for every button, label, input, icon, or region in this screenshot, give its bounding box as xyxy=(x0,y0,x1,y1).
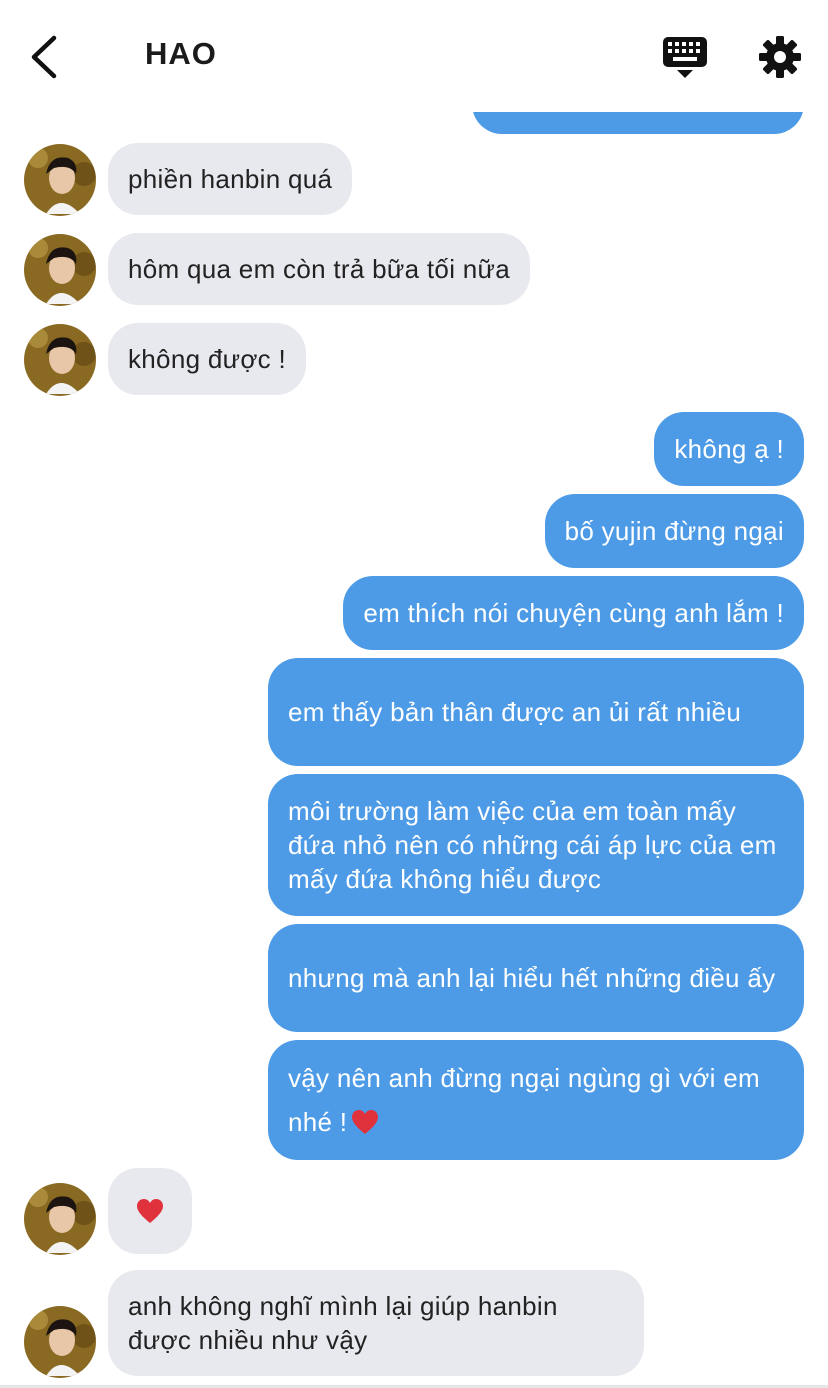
contact-avatar[interactable] xyxy=(24,234,96,306)
contact-avatar[interactable] xyxy=(24,144,96,216)
contact-avatar[interactable] xyxy=(24,1306,96,1378)
message-text: anh không nghĩ mình lại giúp hanbin được… xyxy=(128,1291,558,1355)
chevron-left-icon xyxy=(31,35,57,79)
message-text: nhưng mà anh lại hiểu hết những điều ấy xyxy=(288,963,776,993)
gear-icon xyxy=(759,36,801,78)
sent-message-bubble: bố yujin đừng ngại xyxy=(544,494,804,568)
sent-message-bubble: môi trường làm việc của em toàn mấy đứa … xyxy=(268,774,804,916)
message-text: môi trường làm việc của em toàn mấy đứa … xyxy=(288,796,777,894)
contact-name: HAO xyxy=(145,36,217,71)
message-text: không được ! xyxy=(128,344,287,374)
keyboard-button[interactable] xyxy=(660,34,710,80)
heart-emoji xyxy=(137,1199,163,1223)
received-message-bubble xyxy=(108,1168,192,1254)
message-text: em thích nói chuyện cùng anh lắm ! xyxy=(363,598,784,628)
message-text-wrap: vậy nên anh đừng ngại ngùng gì với em nh… xyxy=(288,1056,784,1144)
keyboard-icon xyxy=(663,37,707,78)
received-message-bubble: anh không nghĩ mình lại giúp hanbin được… xyxy=(108,1270,644,1376)
contact-avatar[interactable] xyxy=(24,1183,96,1255)
sent-message-bubble: không ạ ! xyxy=(654,412,804,486)
message-text: không ạ ! xyxy=(674,434,784,464)
received-message-bubble: phiền hanbin quá xyxy=(108,143,353,215)
received-message-bubble: hôm qua em còn trả bữa tối nữa xyxy=(108,233,531,305)
chat-screen: HAO phiền hanbin quá hôm qua em còn trả … xyxy=(0,0,828,1388)
received-message-bubble: không được ! xyxy=(108,323,307,395)
settings-button[interactable] xyxy=(757,34,803,80)
message-text: bố yujin đừng ngại xyxy=(564,516,784,546)
message-text: hôm qua em còn trả bữa tối nữa xyxy=(128,254,511,284)
sent-message-bubble: em thích nói chuyện cùng anh lắm ! xyxy=(343,576,804,650)
heart-emoji xyxy=(352,1110,379,1134)
message-text: em thấy bản thân được an ủi rất nhiều xyxy=(288,697,742,727)
back-button[interactable] xyxy=(22,30,70,82)
sent-message-bubble: vậy nên anh đừng ngại ngùng gì với em nh… xyxy=(268,1040,804,1160)
chat-header: HAO xyxy=(0,0,828,112)
contact-avatar[interactable] xyxy=(24,324,96,396)
message-text: phiền hanbin quá xyxy=(128,164,333,194)
sent-message-bubble: nhưng mà anh lại hiểu hết những điều ấy xyxy=(268,924,804,1032)
sent-message-bubble: em thấy bản thân được an ủi rất nhiều xyxy=(268,658,804,766)
